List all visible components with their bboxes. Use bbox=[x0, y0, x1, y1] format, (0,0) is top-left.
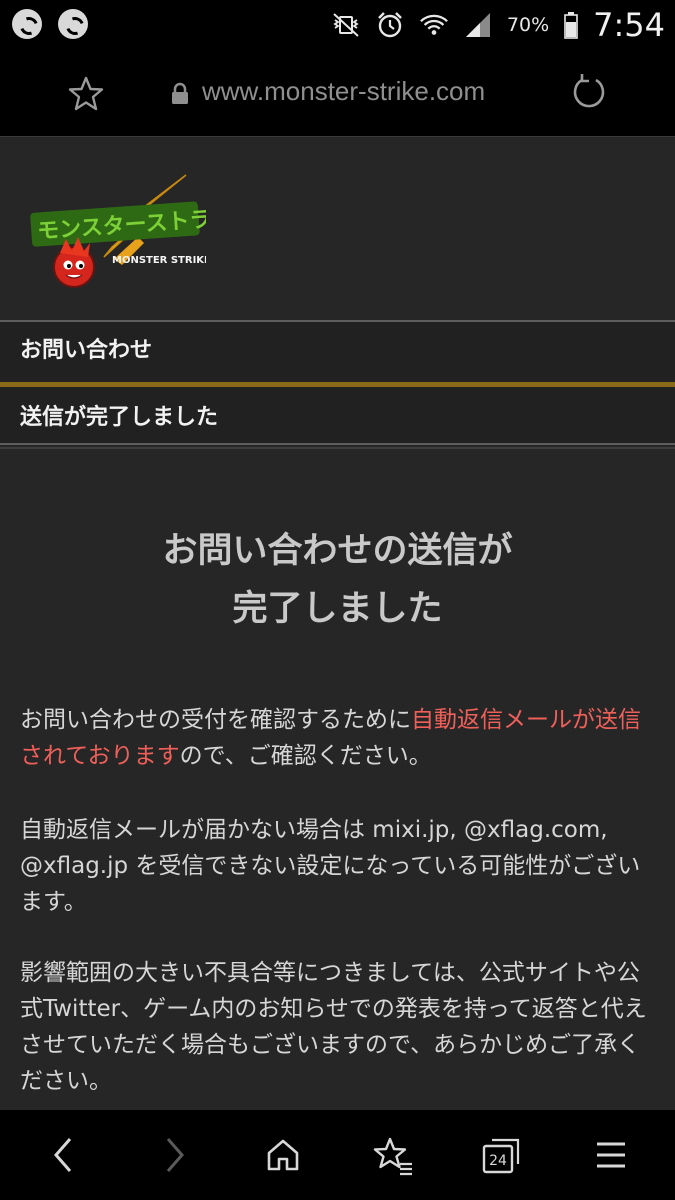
wifi-icon bbox=[419, 10, 449, 40]
screen: 70% 7:54 www.monster-strike.com モンスターストラ… bbox=[0, 0, 675, 1200]
page-title: お問い合わせの送信が 完了しました bbox=[0, 522, 675, 638]
mute-vibrate-icon bbox=[331, 10, 361, 40]
cell-signal-icon bbox=[463, 10, 493, 40]
tabs-icon[interactable]: 24 bbox=[478, 1132, 524, 1178]
title-line-1: お問い合わせの送信が bbox=[162, 531, 513, 571]
lock-icon bbox=[170, 82, 190, 106]
reload-icon[interactable] bbox=[568, 72, 610, 114]
auto-reply-notice: お問い合わせの受付を確認するために自動返信メールが送信されておりますので、ご確認… bbox=[20, 702, 660, 774]
url-field[interactable]: www.monster-strike.com bbox=[202, 76, 485, 107]
home-icon[interactable] bbox=[260, 1132, 306, 1178]
status-right-icons: 70% 7:54 bbox=[331, 0, 665, 50]
mail-filter-notice: 自動返信メールが届かない場合は mixi.jp, @xflag.com, @xf… bbox=[20, 817, 641, 915]
divider bbox=[0, 447, 675, 449]
bookmarks-icon[interactable] bbox=[370, 1132, 416, 1178]
browser-url-bar: www.monster-strike.com bbox=[0, 50, 675, 137]
section-inquiry: お問い合わせ bbox=[0, 320, 675, 382]
battery-icon bbox=[563, 10, 579, 40]
site-header: モンスターストライク MONSTER STRIKE bbox=[0, 137, 675, 321]
star-icon[interactable] bbox=[66, 74, 106, 114]
tabs-count: 24 bbox=[489, 1153, 507, 1169]
menu-icon[interactable] bbox=[588, 1132, 634, 1178]
battery-percent: 70% bbox=[506, 14, 550, 36]
notice-text: お問い合わせの受付を確認するために bbox=[20, 707, 411, 733]
status-bar: 70% 7:54 bbox=[0, 0, 675, 50]
title-line-2: 完了しました bbox=[232, 589, 443, 629]
logo-en-text: MONSTER STRIKE bbox=[112, 255, 206, 266]
status-left-icons bbox=[12, 9, 88, 39]
browser-bottom-nav: 24 bbox=[0, 1110, 675, 1200]
forward-icon[interactable] bbox=[152, 1132, 198, 1178]
alarm-icon bbox=[375, 10, 405, 40]
notice-text-end: ので、ご確認ください。 bbox=[179, 743, 432, 769]
official-announcement-notice: 影響範囲の大きい不具合等につきましては、公式サイトや公式Twitter、ゲーム内… bbox=[20, 960, 647, 1094]
back-icon[interactable] bbox=[40, 1132, 86, 1178]
app-notification-icon bbox=[12, 9, 42, 39]
app-notification-icon bbox=[58, 9, 88, 39]
section-sent-complete: 送信が完了しました bbox=[0, 387, 675, 445]
monster-strike-logo[interactable]: モンスターストライク MONSTER STRIKE bbox=[26, 167, 256, 297]
clock: 7:54 bbox=[593, 6, 665, 44]
